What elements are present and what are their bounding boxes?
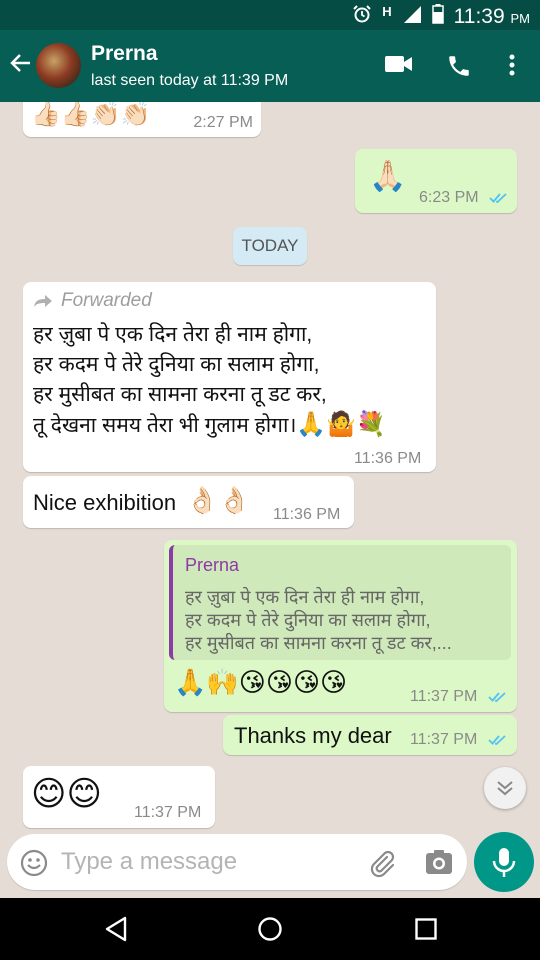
nav-home-icon[interactable] bbox=[258, 917, 282, 946]
video-call-icon[interactable] bbox=[384, 53, 414, 80]
message-emoji: 👌🏻👌🏻 bbox=[186, 486, 251, 516]
message-incoming[interactable]: Nice exhibition 👌🏻👌🏻 11:36 PM bbox=[23, 476, 354, 528]
navigation-bar bbox=[0, 898, 540, 960]
poem-line: तू देखना समय तेरा भी गुलाम होगा।🙏🤷💐 bbox=[33, 410, 387, 438]
last-seen-status: last seen today at 11:39 PM bbox=[91, 72, 289, 89]
message-emoji: 🙏🙌😘😘😘😘 bbox=[174, 668, 348, 698]
emoji-icon[interactable] bbox=[20, 849, 48, 882]
clock: 11:39 PM bbox=[453, 5, 530, 28]
poem-line: हर कदम पे तेरे दुनिया का सलाम होगा, bbox=[33, 353, 320, 376]
quote-line: हर मुसीबत का सामना करना तू डट कर,... bbox=[185, 633, 452, 653]
message-input-bar bbox=[7, 834, 467, 890]
contact-avatar[interactable] bbox=[36, 43, 81, 88]
alarm-icon bbox=[352, 4, 372, 30]
back-arrow-icon[interactable] bbox=[10, 52, 32, 79]
mic-button[interactable] bbox=[474, 832, 534, 892]
message-emoji: 👍🏻👍🏻👏🏻👏🏻 bbox=[31, 102, 151, 128]
voice-call-icon[interactable] bbox=[446, 53, 472, 84]
chat-header: Prerna last seen today at 11:39 PM bbox=[0, 30, 540, 102]
message-text: Nice exhibition bbox=[33, 490, 177, 515]
message-time: 11:36 PM bbox=[354, 450, 422, 467]
attach-icon[interactable] bbox=[367, 848, 397, 883]
read-receipt-icon bbox=[489, 191, 509, 209]
message-emoji: 😊😊 bbox=[31, 774, 102, 814]
network-type: H bbox=[382, 3, 392, 19]
message-emoji: 🙏🤷💐 bbox=[296, 410, 387, 438]
contact-name[interactable]: Prerna bbox=[91, 42, 158, 66]
quote-author: Prerna bbox=[185, 555, 240, 575]
poem-line: हर ज़ुबा पे एक दिन तेरा ही नाम होगा, bbox=[33, 323, 313, 346]
poem-line: हर मुसीबत का सामना करना तू डट कर, bbox=[33, 383, 327, 406]
message-time: 11:36 PM bbox=[273, 506, 341, 523]
mic-icon bbox=[492, 848, 516, 877]
message-time: 6:23 PM bbox=[419, 189, 479, 206]
message-outgoing-reply[interactable]: Prerna हर ज़ुबा पे एक दिन तेरा ही नाम हो… bbox=[164, 540, 517, 712]
message-input[interactable] bbox=[61, 844, 351, 880]
signal-icon bbox=[402, 4, 422, 30]
message-incoming[interactable]: 👍🏻👍🏻👏🏻👏🏻 2:27 PM bbox=[23, 102, 261, 137]
quote-line: हर कदम पे तेरे दुनिया का सलाम होगा, bbox=[185, 610, 431, 630]
message-time: 11:37 PM bbox=[410, 731, 478, 748]
nav-recents-icon[interactable] bbox=[415, 918, 437, 945]
read-receipt-icon bbox=[488, 733, 508, 751]
message-emoji: 🙏🏻 bbox=[369, 159, 407, 194]
camera-icon[interactable] bbox=[425, 849, 453, 880]
read-receipt-icon bbox=[488, 690, 508, 708]
more-options-icon[interactable] bbox=[507, 53, 517, 82]
message-outgoing[interactable]: Thanks my dear 11:37 PM bbox=[223, 715, 517, 755]
quote-line: हर ज़ुबा पे एक दिन तेरा ही नाम होगा, bbox=[185, 587, 425, 607]
message-time: 11:37 PM bbox=[410, 688, 478, 705]
battery-icon bbox=[431, 4, 444, 30]
message-outgoing[interactable]: 🙏🏻 6:23 PM bbox=[355, 149, 517, 213]
chevron-down-icon bbox=[497, 781, 513, 796]
chat-area[interactable]: 👍🏻👍🏻👏🏻👏🏻 2:27 PM 🙏🏻 6:23 PM TODAY Forwar… bbox=[0, 102, 540, 834]
status-bar: H 11:39 PM bbox=[0, 0, 540, 30]
scroll-to-bottom-button[interactable] bbox=[484, 767, 526, 809]
message-time: 11:37 PM bbox=[134, 804, 202, 821]
quoted-message[interactable]: Prerna हर ज़ुबा पे एक दिन तेरा ही नाम हो… bbox=[169, 545, 511, 660]
forwarded-label: Forwarded bbox=[33, 290, 152, 312]
date-divider: TODAY bbox=[233, 227, 307, 265]
message-incoming-forwarded[interactable]: Forwarded हर ज़ुबा पे एक दिन तेरा ही नाम… bbox=[23, 282, 436, 472]
message-text: Thanks my dear bbox=[234, 723, 392, 748]
nav-back-icon[interactable] bbox=[104, 916, 128, 947]
message-incoming[interactable]: 😊😊 11:37 PM bbox=[23, 766, 215, 828]
message-time: 2:27 PM bbox=[193, 114, 253, 131]
forward-arrow-icon bbox=[34, 295, 52, 307]
